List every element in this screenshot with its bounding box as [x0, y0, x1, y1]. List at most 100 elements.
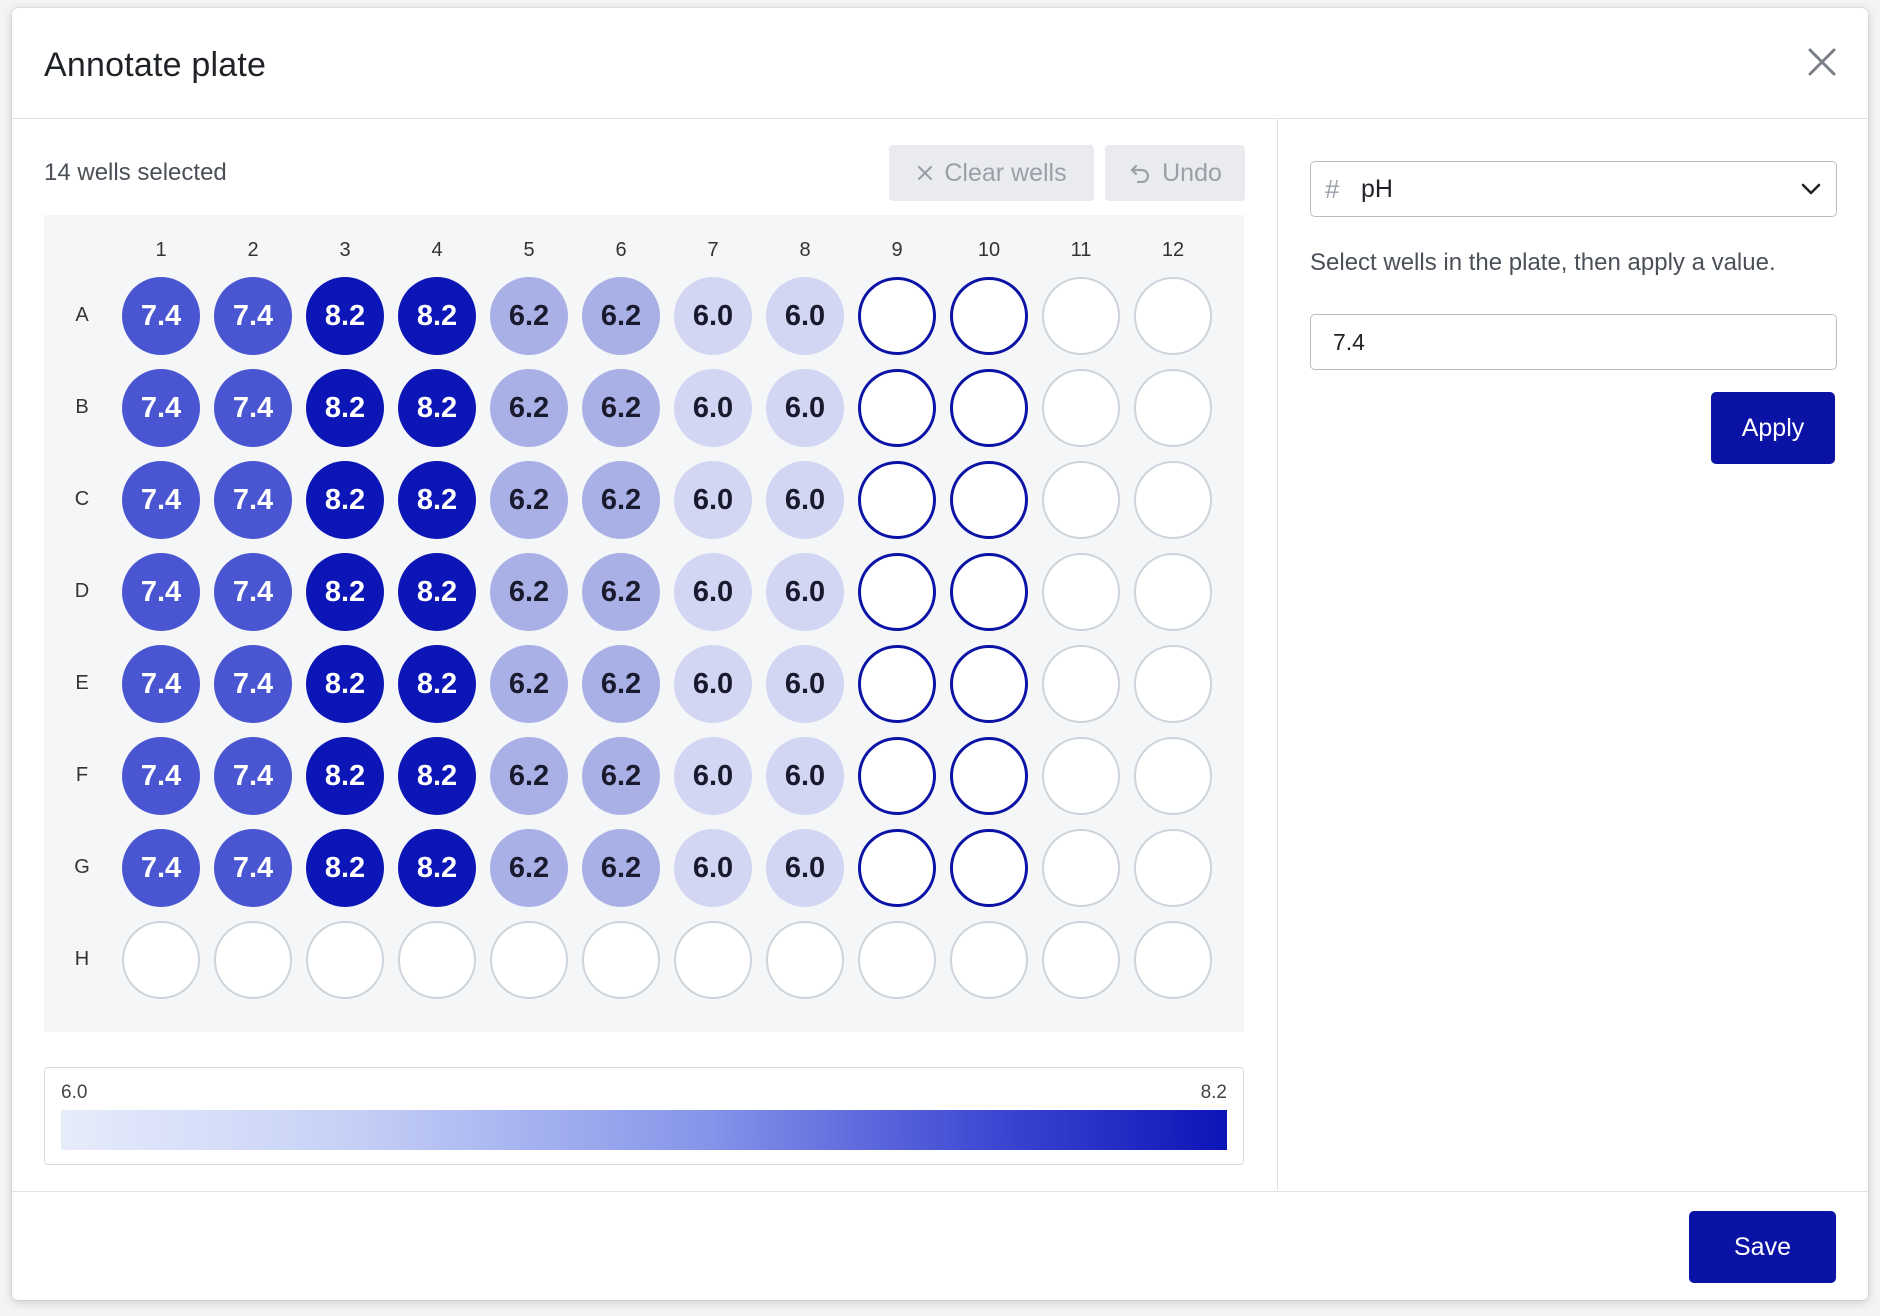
well-b5[interactable]: 6.2: [490, 369, 568, 447]
well-g2[interactable]: 7.4: [214, 829, 292, 907]
well-f2[interactable]: 7.4: [214, 737, 292, 815]
well-d5[interactable]: 6.2: [490, 553, 568, 631]
well-f4[interactable]: 8.2: [398, 737, 476, 815]
well-h1[interactable]: [122, 921, 200, 999]
well-c11[interactable]: [1042, 461, 1120, 539]
well-f3[interactable]: 8.2: [306, 737, 384, 815]
well-a8[interactable]: 6.0: [766, 277, 844, 355]
well-h2[interactable]: [214, 921, 292, 999]
well-f7[interactable]: 6.0: [674, 737, 752, 815]
well-f10[interactable]: [950, 737, 1028, 815]
well-b10[interactable]: [950, 369, 1028, 447]
well-g4[interactable]: 8.2: [398, 829, 476, 907]
well-f6[interactable]: 6.2: [582, 737, 660, 815]
well-e11[interactable]: [1042, 645, 1120, 723]
well-f9[interactable]: [858, 737, 936, 815]
well-b11[interactable]: [1042, 369, 1120, 447]
well-h12[interactable]: [1134, 921, 1212, 999]
well-e6[interactable]: 6.2: [582, 645, 660, 723]
well-b3[interactable]: 8.2: [306, 369, 384, 447]
well-g7[interactable]: 6.0: [674, 829, 752, 907]
well-e8[interactable]: 6.0: [766, 645, 844, 723]
well-h4[interactable]: [398, 921, 476, 999]
well-c6[interactable]: 6.2: [582, 461, 660, 539]
save-button[interactable]: Save: [1689, 1211, 1836, 1283]
well-c7[interactable]: 6.0: [674, 461, 752, 539]
well-c9[interactable]: [858, 461, 936, 539]
well-h8[interactable]: [766, 921, 844, 999]
well-e9[interactable]: [858, 645, 936, 723]
well-d9[interactable]: [858, 553, 936, 631]
well-a11[interactable]: [1042, 277, 1120, 355]
well-g10[interactable]: [950, 829, 1028, 907]
well-h7[interactable]: [674, 921, 752, 999]
well-c4[interactable]: 8.2: [398, 461, 476, 539]
well-e7[interactable]: 6.0: [674, 645, 752, 723]
well-b1[interactable]: 7.4: [122, 369, 200, 447]
well-g3[interactable]: 8.2: [306, 829, 384, 907]
well-e1[interactable]: 7.4: [122, 645, 200, 723]
well-c1[interactable]: 7.4: [122, 461, 200, 539]
well-e4[interactable]: 8.2: [398, 645, 476, 723]
well-g11[interactable]: [1042, 829, 1120, 907]
well-a3[interactable]: 8.2: [306, 277, 384, 355]
well-f1[interactable]: 7.4: [122, 737, 200, 815]
well-f8[interactable]: 6.0: [766, 737, 844, 815]
well-d10[interactable]: [950, 553, 1028, 631]
well-a6[interactable]: 6.2: [582, 277, 660, 355]
well-g1[interactable]: 7.4: [122, 829, 200, 907]
well-h10[interactable]: [950, 921, 1028, 999]
well-g12[interactable]: [1134, 829, 1212, 907]
well-g8[interactable]: 6.0: [766, 829, 844, 907]
well-b2[interactable]: 7.4: [214, 369, 292, 447]
well-g9[interactable]: [858, 829, 936, 907]
well-a9[interactable]: [858, 277, 936, 355]
well-e12[interactable]: [1134, 645, 1212, 723]
apply-button[interactable]: Apply: [1711, 392, 1835, 464]
well-b12[interactable]: [1134, 369, 1212, 447]
well-a1[interactable]: 7.4: [122, 277, 200, 355]
field-select[interactable]: # pH: [1310, 161, 1837, 217]
well-h11[interactable]: [1042, 921, 1120, 999]
well-a2[interactable]: 7.4: [214, 277, 292, 355]
well-d2[interactable]: 7.4: [214, 553, 292, 631]
well-b7[interactable]: 6.0: [674, 369, 752, 447]
well-d1[interactable]: 7.4: [122, 553, 200, 631]
well-d11[interactable]: [1042, 553, 1120, 631]
well-c8[interactable]: 6.0: [766, 461, 844, 539]
well-f5[interactable]: 6.2: [490, 737, 568, 815]
well-a12[interactable]: [1134, 277, 1212, 355]
well-f11[interactable]: [1042, 737, 1120, 815]
well-c2[interactable]: 7.4: [214, 461, 292, 539]
well-h9[interactable]: [858, 921, 936, 999]
clear-wells-button[interactable]: Clear wells: [889, 145, 1094, 201]
undo-button[interactable]: Undo: [1105, 145, 1245, 201]
value-input[interactable]: [1310, 314, 1837, 370]
well-d7[interactable]: 6.0: [674, 553, 752, 631]
well-f12[interactable]: [1134, 737, 1212, 815]
well-b9[interactable]: [858, 369, 936, 447]
well-c10[interactable]: [950, 461, 1028, 539]
well-g6[interactable]: 6.2: [582, 829, 660, 907]
well-e5[interactable]: 6.2: [490, 645, 568, 723]
well-c5[interactable]: 6.2: [490, 461, 568, 539]
well-e2[interactable]: 7.4: [214, 645, 292, 723]
well-a7[interactable]: 6.0: [674, 277, 752, 355]
well-c3[interactable]: 8.2: [306, 461, 384, 539]
well-d8[interactable]: 6.0: [766, 553, 844, 631]
well-d12[interactable]: [1134, 553, 1212, 631]
well-a10[interactable]: [950, 277, 1028, 355]
well-b6[interactable]: 6.2: [582, 369, 660, 447]
well-a4[interactable]: 8.2: [398, 277, 476, 355]
well-h6[interactable]: [582, 921, 660, 999]
well-c12[interactable]: [1134, 461, 1212, 539]
well-d4[interactable]: 8.2: [398, 553, 476, 631]
well-h5[interactable]: [490, 921, 568, 999]
well-h3[interactable]: [306, 921, 384, 999]
well-e3[interactable]: 8.2: [306, 645, 384, 723]
well-d6[interactable]: 6.2: [582, 553, 660, 631]
well-d3[interactable]: 8.2: [306, 553, 384, 631]
well-b8[interactable]: 6.0: [766, 369, 844, 447]
well-a5[interactable]: 6.2: [490, 277, 568, 355]
well-g5[interactable]: 6.2: [490, 829, 568, 907]
